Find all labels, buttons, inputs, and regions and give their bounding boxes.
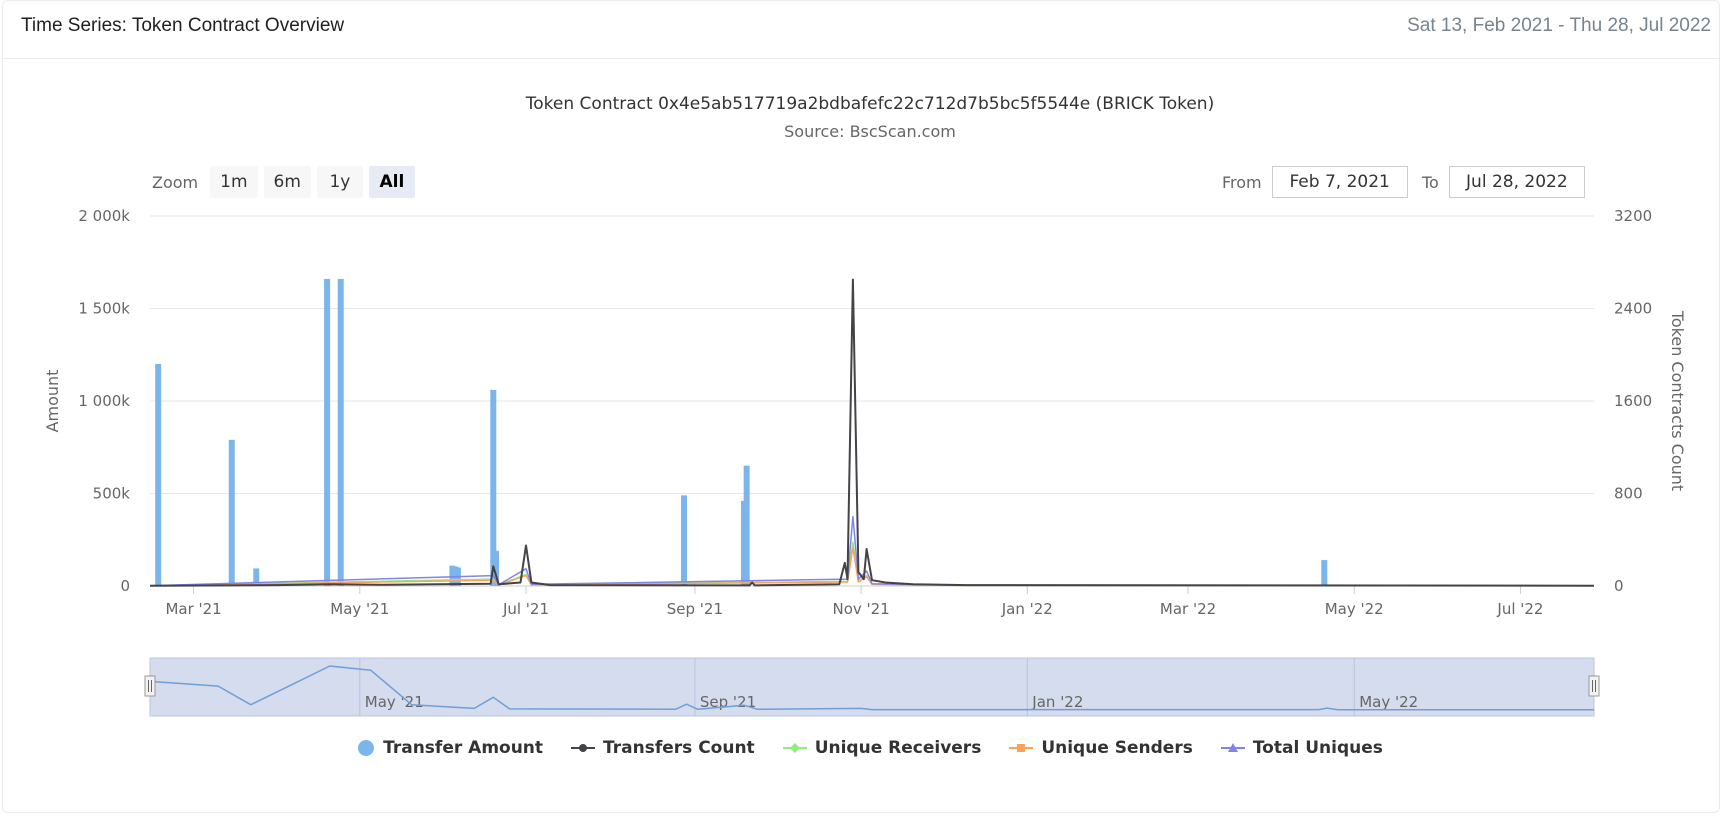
navigator-right-handle[interactable] — [1588, 675, 1600, 697]
y-left-tick-label: 500k — [93, 485, 131, 503]
y-left-axis-title: Amount — [43, 370, 62, 433]
legend-transfers-count[interactable]: Transfers Count — [571, 738, 755, 758]
column-bar — [1321, 560, 1328, 586]
legend-label: Unique Receivers — [814, 738, 982, 758]
y-right-tick-label: 1600 — [1614, 392, 1652, 410]
navigator-left-handle[interactable] — [144, 675, 156, 697]
column-bar — [681, 495, 688, 586]
legend-unique-receivers[interactable]: Unique Receivers — [782, 738, 982, 758]
column-bar — [324, 278, 331, 586]
legend-label: Transfer Amount — [383, 738, 544, 758]
x-tick-label: Nov '21 — [832, 600, 889, 618]
navigator-tick-label: May '22 — [1359, 693, 1418, 711]
column-bar — [228, 439, 235, 586]
legend-line-diamond-icon — [782, 743, 807, 753]
x-tick-label: Mar '22 — [1160, 600, 1216, 618]
y-left-tick-label: 1 000k — [78, 392, 130, 410]
legend-total-uniques[interactable]: Total Uniques — [1220, 738, 1383, 758]
y-right-tick-label: 800 — [1614, 485, 1643, 503]
legend-label: Total Uniques — [1252, 738, 1383, 758]
legend-circle-icon — [358, 740, 375, 756]
y-left-tick-label: 1 500k — [78, 300, 130, 318]
y-right-axis-title: Token Contracts Count — [1668, 310, 1687, 491]
x-tick-label: Sep '21 — [667, 600, 723, 618]
transfers-count-line — [149, 278, 1595, 587]
y-right-tick-label: 2400 — [1614, 300, 1652, 318]
column-bar — [743, 465, 750, 586]
legend-label: Transfers Count — [603, 738, 755, 758]
navigator-tick-label: May '21 — [365, 693, 424, 711]
legend-line-square-icon — [1009, 744, 1034, 752]
y-left-tick-label: 0 — [120, 577, 130, 595]
navigator-tick-label: Jan '22 — [1031, 693, 1083, 711]
chart-plot: 0 500k 1 000k 1 500k 2 000k 0 800 1600 2400 3200 A… — [43, 207, 1687, 717]
legend-unique-senders[interactable]: Unique Senders — [1009, 738, 1193, 758]
x-tick-label: Jan '22 — [1001, 600, 1053, 618]
legend-line-triangle-icon — [1220, 743, 1245, 752]
legend-transfer-amount[interactable]: Transfer Amount — [357, 738, 543, 758]
legend-line-circle-icon — [571, 744, 596, 752]
x-tick-label: May '22 — [1325, 600, 1384, 618]
y-right-tick-label: 0 — [1614, 577, 1624, 595]
x-tick-label: Jul '22 — [1496, 600, 1543, 618]
y-left-tick-label: 2 000k — [78, 207, 130, 225]
column-bar — [155, 364, 162, 586]
x-tick-label: Jul '21 — [502, 600, 549, 618]
x-tick-label: Mar '21 — [165, 600, 221, 618]
chart-legend: Transfer Amount Transfers Count Unique R… — [0, 738, 1722, 758]
column-bar — [337, 278, 344, 586]
legend-label: Unique Senders — [1041, 738, 1193, 758]
y-right-tick-label: 3200 — [1614, 207, 1652, 225]
x-tick-label: May '21 — [330, 600, 389, 618]
